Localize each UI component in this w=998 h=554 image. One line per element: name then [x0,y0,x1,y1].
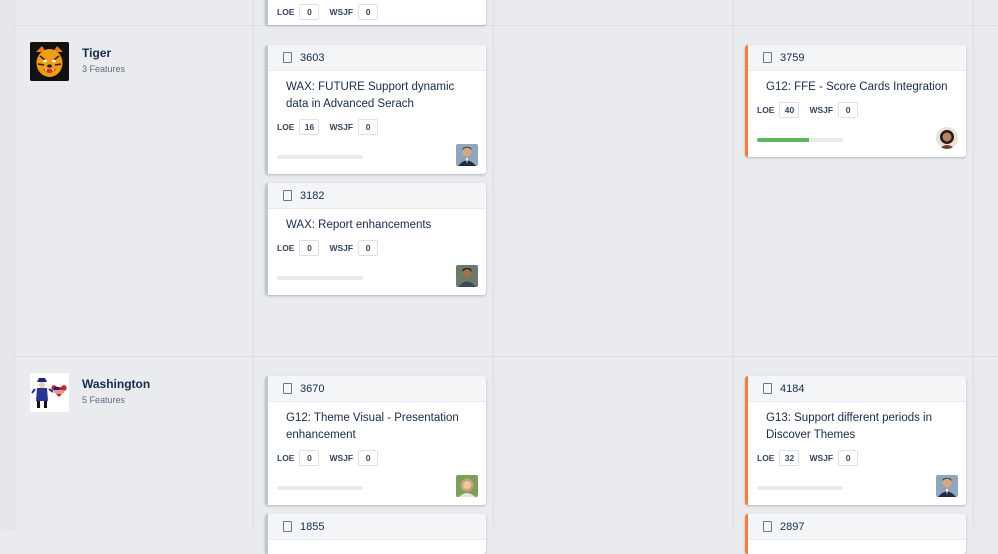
feature-card-3182[interactable]: 3182 WAX: Report enhancements LOE 0 WSJF… [265,183,486,295]
feature-card-4184[interactable]: 4184 G13: Support different periods in D… [745,376,966,505]
card-id[interactable]: 3603 [300,52,324,64]
assignee-avatar[interactable] [456,265,478,287]
wsjf-value: 0 [358,4,379,20]
loe-label: LOE [757,105,775,115]
team-feature-count: 5 Features [82,395,126,405]
team-row-tiger: Tiger 3 Features [30,42,125,81]
loe-label: LOE [277,243,295,253]
loe-value: 16 [299,119,320,135]
document-icon [763,383,772,394]
wsjf-label: WSJF [809,105,834,115]
column-divider [14,0,15,530]
wsjf-label: WSJF [329,7,354,17]
team-row-washington: Washington 5 Features [30,373,150,412]
feature-card-3670[interactable]: 3670 G12: Theme Visual - Presentation en… [265,376,486,505]
team-name[interactable]: Tiger [82,46,125,60]
column-divider [733,0,734,530]
card-title: WAX: Report enhancements [286,219,432,231]
card-id[interactable]: 2897 [780,521,804,533]
assignee-avatar[interactable] [936,127,958,149]
loe-value: 0 [299,4,320,20]
wsjf-value: 0 [358,119,379,135]
progress-bar [277,155,363,159]
progress-bar [277,486,363,490]
feature-card-partial[interactable]: LOE 0 WSJF 0 [265,0,486,25]
wsjf-label: WSJF [329,122,354,132]
team-name[interactable]: Washington [82,377,150,391]
loe-value: 0 [299,240,320,256]
loe-label: LOE [277,453,295,463]
document-icon [763,52,772,63]
card-id[interactable]: 3670 [300,383,324,395]
progress-bar [757,486,843,490]
assignee-avatar[interactable] [456,144,478,166]
card-id[interactable]: 4184 [780,383,804,395]
loe-label: LOE [757,453,775,463]
card-id[interactable]: 3182 [300,190,324,202]
feature-card-2897[interactable]: 2897 [745,514,966,554]
team-avatar-tiger [30,42,69,81]
board-left-strip [0,0,14,530]
loe-value: 40 [779,102,800,118]
card-title: WAX: FUTURE Support dynamic data in Adva… [286,81,455,110]
wsjf-label: WSJF [329,453,354,463]
document-icon [283,52,292,63]
row-divider [14,25,998,26]
wsjf-value: 0 [358,450,379,466]
card-title: G12: Theme Visual - Presentation enhance… [286,412,459,441]
column-divider [493,0,494,530]
document-icon [763,521,772,532]
document-icon [283,521,292,532]
card-title: G13: Support different periods in Discov… [766,412,933,441]
wsjf-label: WSJF [809,453,834,463]
document-icon [283,383,292,394]
row-divider [14,356,998,357]
team-avatar-washington [30,373,69,412]
team-feature-count: 3 Features [82,64,126,74]
assignee-avatar[interactable] [936,475,958,497]
loe-label: LOE [277,122,295,132]
wsjf-label: WSJF [329,243,354,253]
wsjf-value: 0 [838,102,859,118]
card-id[interactable]: 3759 [780,52,804,64]
card-title: G12: FFE - Score Cards Integration [766,81,948,93]
loe-value: 0 [299,450,320,466]
progress-bar [277,276,363,280]
feature-card-3759[interactable]: 3759 G12: FFE - Score Cards Integration … [745,45,966,157]
card-id[interactable]: 1855 [300,521,324,533]
loe-label: LOE [277,7,295,17]
wsjf-value: 0 [838,450,859,466]
wsjf-value: 0 [358,240,379,256]
column-divider [253,0,254,530]
feature-card-1855[interactable]: 1855 [265,514,486,554]
loe-value: 32 [779,450,800,466]
column-divider [973,0,974,530]
document-icon [283,190,292,201]
assignee-avatar[interactable] [456,475,478,497]
progress-bar [757,138,843,142]
feature-card-3603[interactable]: 3603 WAX: FUTURE Support dynamic data in… [265,45,486,174]
